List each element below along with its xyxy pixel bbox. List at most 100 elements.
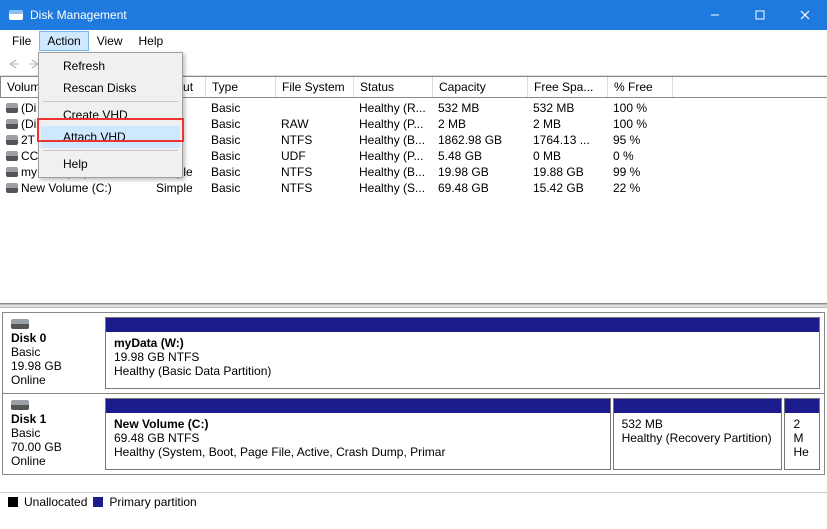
partition-info: myData (W:)19.98 GB NTFSHealthy (Basic D… [106,332,819,382]
disk-header[interactable]: Disk 1Basic70.00 GBOnline [3,394,103,474]
partition-size: 69.48 GB NTFS [114,431,602,445]
cell: 69.48 GB [432,180,527,196]
cell: Basic [205,148,275,164]
cell: Healthy (R... [353,100,432,116]
cell: Basic [205,132,275,148]
cell: 95 % [607,132,672,148]
action-menu-rescan-disks[interactable]: Rescan Disks [41,77,180,99]
partition-size: 2 M [793,417,811,445]
cell: 15.42 GB [527,180,607,196]
drive-icon [6,135,18,145]
legend-primary-label: Primary partition [109,495,196,509]
cell: Healthy (P... [353,116,432,132]
action-menu-dropdown: Refresh Rescan Disks Create VHD Attach V… [38,52,183,178]
disk-partitions: New Volume (C:)69.48 GB NTFSHealthy (Sys… [103,394,824,474]
cell: Basic [205,180,275,196]
partition[interactable]: myData (W:)19.98 GB NTFSHealthy (Basic D… [105,317,820,389]
cell: Healthy (S... [353,180,432,196]
drive-icon [6,167,18,177]
col-freespace[interactable]: Free Spa... [528,77,608,97]
disk-row: Disk 1Basic70.00 GBOnlineNew Volume (C:)… [2,393,825,475]
menu-help[interactable]: Help [131,31,172,51]
cell: Healthy (B... [353,132,432,148]
legend-unallocated-swatch [8,497,18,507]
partition-colorbar [785,399,819,413]
maximize-button[interactable] [737,0,782,30]
partition-status: Healthy (Recovery Partition) [622,431,774,445]
partition-status: He [793,445,811,459]
cell [275,100,353,116]
legend: Unallocated Primary partition [0,492,827,510]
action-menu-create-vhd[interactable]: Create VHD [41,104,180,126]
cell: 0 % [607,148,672,164]
disk-status: Online [11,373,46,387]
disk-name: Disk 0 [11,331,46,345]
drive-icon [6,119,18,129]
cell: UDF [275,148,353,164]
window-title: Disk Management [30,8,127,22]
partition[interactable]: New Volume (C:)69.48 GB NTFSHealthy (Sys… [105,398,611,470]
cell: NTFS [275,180,353,196]
action-menu-refresh[interactable]: Refresh [41,55,180,77]
partition-info: New Volume (C:)69.48 GB NTFSHealthy (Sys… [106,413,610,463]
partition-info: 532 MBHealthy (Recovery Partition) [614,413,782,449]
partition-info: 2 MHe [785,413,819,463]
partition-size: 532 MB [622,417,774,431]
partition[interactable]: 2 MHe [784,398,820,470]
cell: 0 MB [527,148,607,164]
nav-back-button[interactable] [4,54,24,74]
close-button[interactable] [782,0,827,30]
disk-name: Disk 1 [11,412,46,426]
partition-name: myData (W:) [114,336,811,350]
action-menu-attach-vhd[interactable]: Attach VHD [41,126,180,148]
disk-size: 70.00 GB [11,440,62,454]
cell: Basic [205,100,275,116]
volume-row[interactable]: New Volume (C:)SimpleBasicNTFSHealthy (S… [0,180,827,196]
action-menu-help[interactable]: Help [41,153,180,175]
menu-bar: File Action View Help [0,30,827,52]
menu-separator [43,101,178,102]
cell: 22 % [607,180,672,196]
col-type[interactable]: Type [206,77,276,97]
cell: 2 MB [432,116,527,132]
cell: RAW [275,116,353,132]
drive-icon [6,183,18,193]
disk-type: Basic [11,426,40,440]
cell: 532 MB [527,100,607,116]
menu-file[interactable]: File [4,31,39,51]
partition-name: New Volume (C:) [114,417,602,431]
cell: Healthy (P... [353,148,432,164]
cell: Healthy (B... [353,164,432,180]
disk-icon [11,400,29,410]
partition-status: Healthy (System, Boot, Page File, Active… [114,445,602,459]
cell: 1862.98 GB [432,132,527,148]
cell: Basic [205,116,275,132]
col-capacity[interactable]: Capacity [433,77,528,97]
menu-view[interactable]: View [89,31,131,51]
disk-partitions: myData (W:)19.98 GB NTFSHealthy (Basic D… [103,313,824,393]
cell: 100 % [607,100,672,116]
col-status[interactable]: Status [354,77,433,97]
menu-separator [43,150,178,151]
cell: 1764.13 ... [527,132,607,148]
cell: 100 % [607,116,672,132]
disk-size: 19.98 GB [11,359,62,373]
minimize-button[interactable] [692,0,737,30]
legend-unallocated-label: Unallocated [24,495,87,509]
cell: NTFS [275,132,353,148]
partition-size: 19.98 GB NTFS [114,350,811,364]
cell: 2 MB [527,116,607,132]
col-filesystem[interactable]: File System [276,77,354,97]
partition[interactable]: 532 MBHealthy (Recovery Partition) [613,398,783,470]
cell: New Volume (C:) [0,180,150,196]
disk-status: Online [11,454,46,468]
title-bar: Disk Management [0,0,827,30]
disk-type: Basic [11,345,40,359]
menu-action[interactable]: Action [39,31,88,51]
app-icon [8,7,24,23]
partition-status: Healthy (Basic Data Partition) [114,364,811,378]
cell: 99 % [607,164,672,180]
disk-header[interactable]: Disk 0Basic19.98 GBOnline [3,313,103,393]
col-pctfree[interactable]: % Free [608,77,673,97]
cell: NTFS [275,164,353,180]
